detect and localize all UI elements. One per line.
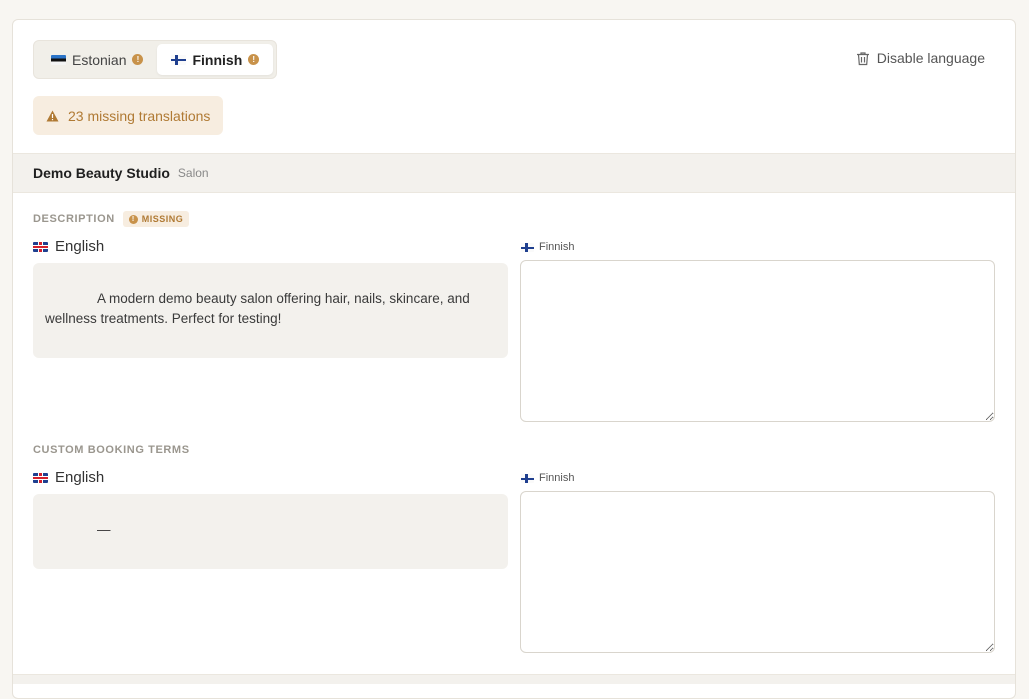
booking-terms-label-text: CUSTOM BOOKING TERMS xyxy=(33,444,190,456)
finland-flag-icon xyxy=(521,242,534,252)
source-language-label: English xyxy=(55,469,105,486)
warning-icon: ! xyxy=(128,214,138,224)
description-field-label: DESCRIPTION ! MISSING xyxy=(33,211,190,227)
finland-flag-icon xyxy=(171,54,187,65)
uk-flag-icon xyxy=(33,241,48,252)
warning-icon: ! xyxy=(132,54,144,65)
entity-type: Salon xyxy=(177,166,209,180)
warning-icon: ! xyxy=(248,54,260,65)
booking-terms-source-text: — xyxy=(33,494,508,569)
source-language-label: English xyxy=(55,238,105,255)
finland-flag-icon xyxy=(521,473,534,483)
trash-icon xyxy=(856,51,869,65)
missing-translations-banner: 23 missing translations xyxy=(33,96,224,135)
next-section-divider xyxy=(13,674,1015,684)
translation-card: Estonian ! Finnish ! Disable language 23… xyxy=(12,19,1016,699)
language-tabs: Estonian ! Finnish ! xyxy=(33,40,278,79)
description-label-text: DESCRIPTION xyxy=(33,213,115,225)
tab-finnish-label: Finnish xyxy=(192,51,243,68)
description-target-language: Finnish xyxy=(521,241,574,253)
entity-name: Demo Beauty Studio xyxy=(33,165,170,181)
missing-tag-text: MISSING xyxy=(141,214,184,224)
booking-terms-field-label: CUSTOM BOOKING TERMS xyxy=(33,444,190,456)
target-language-label: Finnish xyxy=(539,472,575,484)
booking-terms-target-language: Finnish xyxy=(521,472,574,484)
tab-estonian[interactable]: Estonian ! xyxy=(37,44,157,75)
missing-status-badge: ! MISSING xyxy=(122,211,190,227)
missing-translations-text: 23 missing translations xyxy=(68,107,211,124)
description-finnish-input[interactable] xyxy=(520,260,995,422)
description-source-language: English xyxy=(33,238,104,255)
estonia-flag-icon xyxy=(51,54,66,65)
uk-flag-icon xyxy=(33,472,48,483)
tab-estonian-label: Estonian xyxy=(72,51,127,68)
warning-triangle-icon xyxy=(46,110,59,121)
tab-finnish[interactable]: Finnish ! xyxy=(157,44,274,75)
disable-language-button[interactable]: Disable language xyxy=(856,50,985,66)
entity-header: Demo Beauty Studio Salon xyxy=(13,153,1015,193)
disable-language-label: Disable language xyxy=(876,50,985,66)
description-source-text: A modern demo beauty salon offering hair… xyxy=(33,263,508,358)
booking-terms-source-language: English xyxy=(33,469,104,486)
booking-terms-finnish-input[interactable] xyxy=(520,491,995,653)
target-language-label: Finnish xyxy=(539,241,575,253)
